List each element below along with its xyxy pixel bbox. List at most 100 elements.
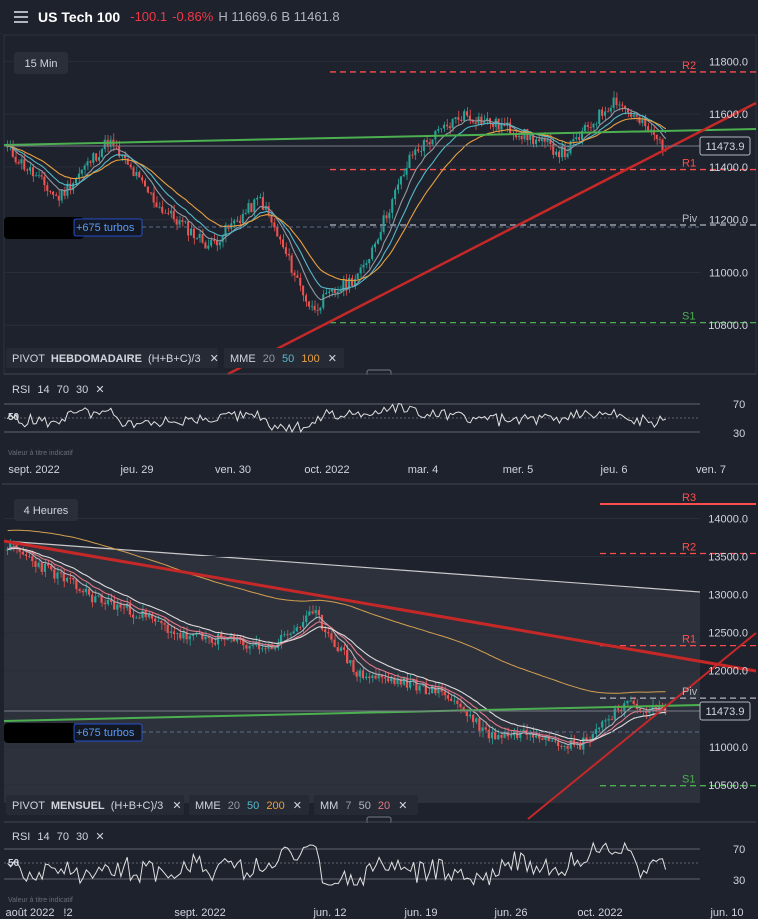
x-tick-label: oct. 2022 (577, 907, 622, 919)
candle-body (330, 289, 333, 292)
panel2-turbos-label[interactable]: +675 turbos (76, 727, 135, 739)
candle-body (336, 291, 339, 294)
candle-body (546, 139, 549, 142)
candle-body (60, 189, 63, 201)
candle-body (557, 151, 560, 158)
candle-body (463, 111, 466, 121)
candle-body (490, 731, 494, 739)
panel1-turbos-label[interactable]: +675 turbos (76, 222, 135, 234)
candle-body (601, 109, 604, 116)
candle-body (603, 111, 606, 116)
menu-icon[interactable] (14, 8, 28, 26)
candle-body (629, 700, 632, 702)
panel2-x-axis[interactable]: août 2022 !2 sept. 2022 jun. 12 jun. 19 jun. … (6, 907, 744, 919)
candle-body (135, 617, 138, 619)
candle-body (135, 172, 138, 176)
candle-body (339, 647, 342, 652)
panel2-rsi[interactable]: RSI 14 70 30 ✕ 50 70 30 Valeur à titre i… (2, 821, 758, 904)
candle-body (419, 151, 422, 152)
candle-body (314, 610, 317, 614)
candle-body (310, 305, 313, 307)
candle-body (437, 686, 440, 694)
candle-body (153, 618, 157, 622)
candle-body (187, 221, 190, 236)
candle-body (638, 116, 641, 124)
candle-body (24, 554, 28, 557)
candle-body (585, 737, 588, 740)
candle-body (471, 714, 475, 723)
candle-body (446, 695, 450, 699)
candle-body (386, 678, 390, 682)
candle-body (100, 149, 103, 157)
candle-body (204, 242, 207, 249)
candle-body (181, 220, 184, 222)
candle-body (500, 124, 503, 130)
candle-body (383, 677, 387, 679)
candle-body (349, 660, 352, 664)
candle-body (427, 693, 431, 695)
x-tick-label: jeu. 29 (119, 464, 153, 476)
candle-body (28, 167, 32, 171)
x-tick-label: jun. 19 (403, 907, 437, 919)
candle-body (68, 577, 72, 579)
candle-body (106, 600, 109, 605)
candle-body (267, 206, 270, 216)
candle-body (346, 649, 349, 664)
y-tick-label: 10500.0 (708, 780, 748, 792)
candle-body (373, 243, 376, 248)
candle-body (122, 607, 125, 609)
candle-body (276, 227, 279, 237)
candle-body (46, 563, 50, 566)
candle-body (517, 135, 520, 138)
panel2-mme-legend-text: MME 20 50 200 ✕ (195, 800, 302, 812)
candle-body (86, 161, 89, 166)
candle-body (307, 301, 310, 307)
candle-body (302, 285, 305, 296)
candle-body (83, 165, 86, 170)
candle-body (607, 719, 610, 721)
panel1-x-axis[interactable]: sept. 2022 jeu. 29 ven. 30 oct. 2022 mar. 4 m… (8, 464, 726, 476)
candle-body (382, 215, 385, 232)
candle-body (592, 123, 595, 128)
candle-body (658, 139, 661, 140)
candle-body (43, 563, 46, 572)
pivot-label-r2: R2 (682, 60, 696, 72)
candle-body (445, 124, 448, 127)
panel-15min[interactable]: 11800.0 11600.0 11400.0 11200.0 11000.0 10800… (2, 33, 758, 419)
y-tick-label: 11600.0 (709, 109, 748, 121)
panel1-rsi-note: Valeur à titre indicatif (8, 450, 73, 457)
panel-4h[interactable]: 14000.013500.013000.012500.012000.011500… (2, 483, 758, 827)
candle-body (189, 228, 192, 236)
candle-body (212, 240, 215, 241)
candle-body (352, 660, 355, 673)
candle-body (281, 239, 284, 248)
candle-body (405, 167, 408, 175)
candle-body (201, 233, 204, 243)
panel2-rsi-legend[interactable]: RSI 14 70 30 ✕ (12, 831, 105, 843)
candle-body (215, 240, 218, 246)
bid-value: B 11461.8 (281, 9, 340, 24)
candle-body (172, 210, 175, 220)
candle-body (356, 273, 359, 279)
candle-body (253, 199, 256, 213)
panel1-rsi-legend[interactable]: RSI 14 70 30 ✕ (12, 384, 105, 396)
candle-body (14, 156, 17, 163)
candle-body (586, 124, 589, 128)
candle-body (566, 153, 569, 158)
candle-body (465, 111, 468, 116)
candle-body (256, 197, 259, 200)
panel1-background (2, 33, 758, 400)
symbol-name[interactable]: US Tech 100 (38, 9, 120, 25)
candle-body (289, 633, 292, 635)
candle-body (164, 212, 167, 214)
candle-body (379, 231, 382, 240)
charts-canvas[interactable]: 11800.0 11600.0 11400.0 11200.0 11000.0 10800… (0, 33, 758, 919)
candle-body (655, 134, 658, 140)
pivot-label-s1: S1 (682, 774, 695, 786)
candle-body (40, 175, 43, 177)
candle-body (560, 746, 563, 747)
candle-body (388, 212, 391, 219)
panel1-rsi[interactable]: RSI 14 70 30 ✕ 50 70 30 Valeur à titre i… (2, 373, 758, 457)
x-tick-label: oct. 2022 (304, 464, 349, 476)
candle-body (541, 738, 544, 740)
